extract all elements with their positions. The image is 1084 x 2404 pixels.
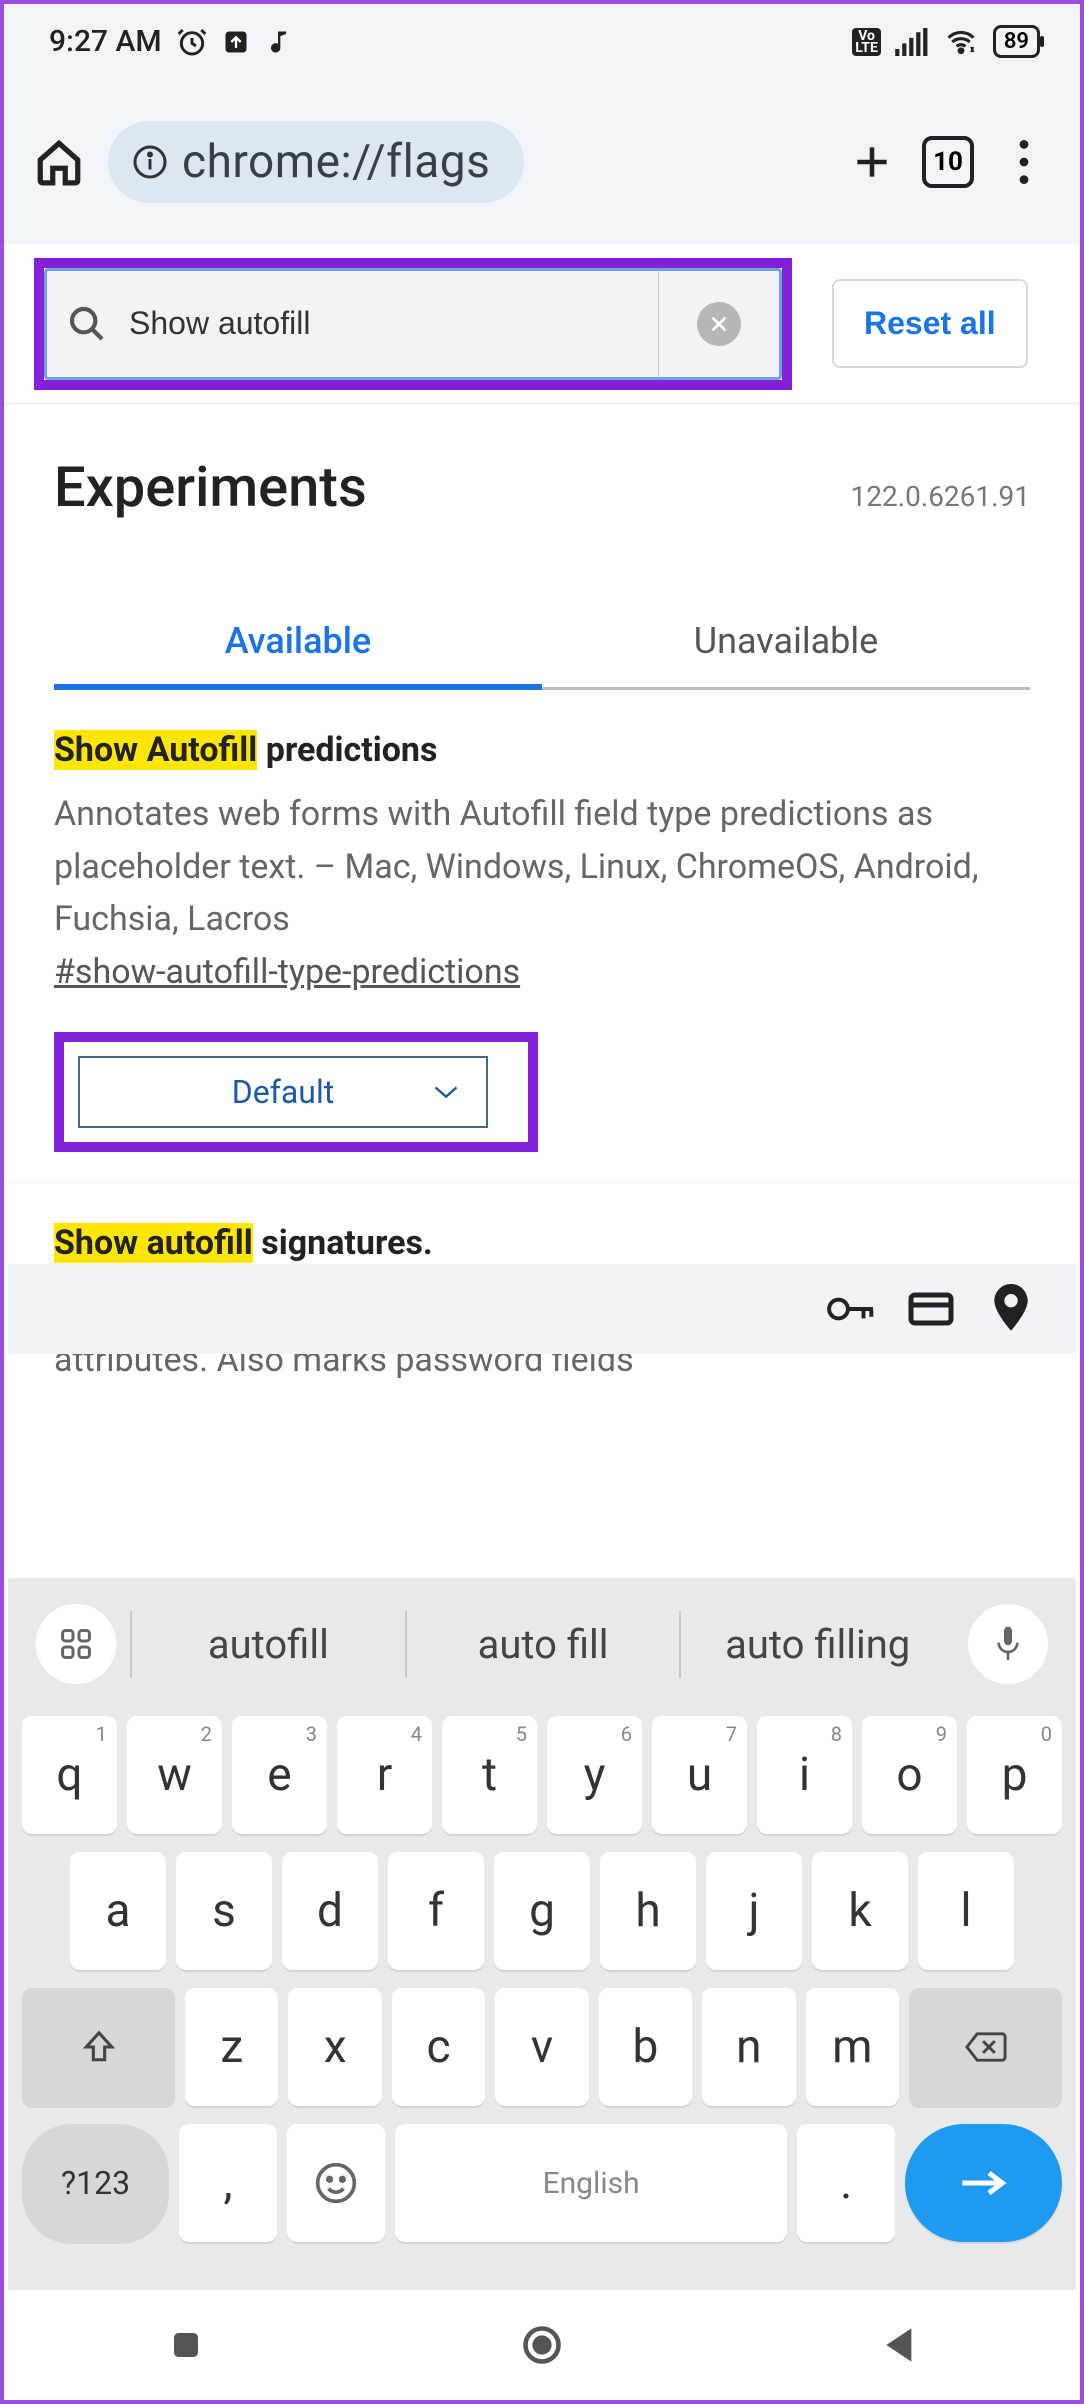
address-bar[interactable]: chrome://flags: [108, 121, 524, 203]
key-b[interactable]: b: [599, 1988, 692, 2106]
key-f[interactable]: f: [388, 1852, 484, 1970]
backspace-key[interactable]: [909, 1988, 1062, 2106]
battery-indicator: 89: [993, 25, 1040, 58]
key-n[interactable]: n: [702, 1988, 795, 2106]
voice-input-button[interactable]: [968, 1604, 1048, 1684]
flag-entry: Show Autofill predictions Annotates web …: [4, 690, 1080, 1183]
reset-all-button[interactable]: Reset all: [832, 279, 1028, 368]
space-key[interactable]: English: [395, 2124, 787, 2242]
version-text: 122.0.6261.91: [850, 480, 1030, 513]
flag-title: Show autofill signatures.: [54, 1223, 1030, 1263]
alarm-icon: [176, 26, 208, 58]
search-icon: [67, 304, 107, 344]
period-key[interactable]: .: [797, 2124, 895, 2242]
flags-tabs: Available Unavailable: [54, 620, 1030, 690]
volte-icon: VoLTE: [852, 28, 881, 56]
system-nav-bar: [8, 2290, 1076, 2400]
shift-key[interactable]: [22, 1988, 175, 2106]
key-g[interactable]: g: [494, 1852, 590, 1970]
key-r[interactable]: r4: [337, 1716, 432, 1834]
flag-hash-link[interactable]: #show-autofill-type-predictions: [54, 952, 1030, 992]
signal-icon: [895, 28, 929, 56]
suggestion-word[interactable]: auto filling: [679, 1611, 954, 1678]
flag-title: Show Autofill predictions: [54, 730, 1030, 770]
browser-toolbar: chrome://flags 10: [4, 79, 1080, 244]
music-icon: [264, 28, 292, 56]
flags-search-box[interactable]: [44, 268, 782, 380]
key-m[interactable]: m: [806, 1988, 899, 2106]
back-nav-button[interactable]: [873, 2320, 923, 2370]
key-icon[interactable]: [826, 1284, 876, 1334]
search-input[interactable]: [129, 305, 638, 342]
new-tab-button[interactable]: [846, 136, 898, 188]
suggestion-word[interactable]: auto fill: [405, 1611, 680, 1678]
enter-key[interactable]: [905, 2124, 1062, 2242]
dropdown-value: Default: [232, 1073, 334, 1111]
key-q[interactable]: q1: [22, 1716, 117, 1834]
key-i[interactable]: i8: [757, 1716, 852, 1834]
key-w[interactable]: w2: [127, 1716, 222, 1834]
chevron-down-icon: [432, 1083, 460, 1101]
emoji-key[interactable]: [287, 2124, 385, 2242]
page-title: Experiments: [54, 454, 367, 520]
key-a[interactable]: a: [70, 1852, 166, 1970]
home-nav-button[interactable]: [517, 2320, 567, 2370]
key-o[interactable]: o9: [862, 1716, 957, 1834]
flag-dropdown[interactable]: Default: [78, 1056, 488, 1128]
symbols-key[interactable]: ?123: [22, 2124, 169, 2242]
autofill-strip: [8, 1264, 1076, 1354]
key-u[interactable]: u7: [652, 1716, 747, 1834]
keyboard-apps-button[interactable]: [36, 1604, 116, 1684]
key-p[interactable]: p0: [967, 1716, 1062, 1834]
url-text: chrome://flags: [182, 135, 490, 189]
home-button[interactable]: [34, 137, 84, 187]
tab-switcher-button[interactable]: 10: [922, 136, 974, 188]
key-v[interactable]: v: [495, 1988, 588, 2106]
info-icon: [132, 144, 168, 180]
key-y[interactable]: y6: [547, 1716, 642, 1834]
clear-search-button[interactable]: [697, 302, 741, 346]
location-icon[interactable]: [986, 1284, 1036, 1334]
key-z[interactable]: z: [185, 1988, 278, 2106]
keyboard: autofill auto fill auto filling q1w2e3r4…: [8, 1578, 1076, 2290]
flags-search-row: Reset all: [4, 244, 1080, 404]
key-t[interactable]: t5: [442, 1716, 537, 1834]
key-c[interactable]: c: [392, 1988, 485, 2106]
status-time: 9:27 AM: [49, 24, 162, 59]
key-x[interactable]: x: [288, 1988, 381, 2106]
status-bar: 9:27 AM VoLTE 89: [4, 4, 1080, 79]
upload-icon: [222, 28, 250, 56]
tab-unavailable[interactable]: Unavailable: [542, 620, 1030, 690]
card-icon[interactable]: [906, 1284, 956, 1334]
key-e[interactable]: e3: [232, 1716, 327, 1834]
recents-button[interactable]: [161, 2320, 211, 2370]
key-j[interactable]: j: [706, 1852, 802, 1970]
key-h[interactable]: h: [600, 1852, 696, 1970]
key-l[interactable]: l: [918, 1852, 1014, 1970]
tab-available[interactable]: Available: [54, 620, 542, 690]
annotation-highlight: [34, 258, 792, 390]
wifi-icon: [943, 27, 979, 57]
key-d[interactable]: d: [282, 1852, 378, 1970]
overflow-menu-button[interactable]: [998, 136, 1050, 188]
annotation-highlight: Default: [54, 1032, 538, 1152]
suggestion-word[interactable]: autofill: [130, 1611, 405, 1678]
comma-key[interactable]: ,: [179, 2124, 277, 2242]
flag-description: Annotates web forms with Autofill field …: [54, 788, 1030, 946]
key-k[interactable]: k: [812, 1852, 908, 1970]
key-s[interactable]: s: [176, 1852, 272, 1970]
